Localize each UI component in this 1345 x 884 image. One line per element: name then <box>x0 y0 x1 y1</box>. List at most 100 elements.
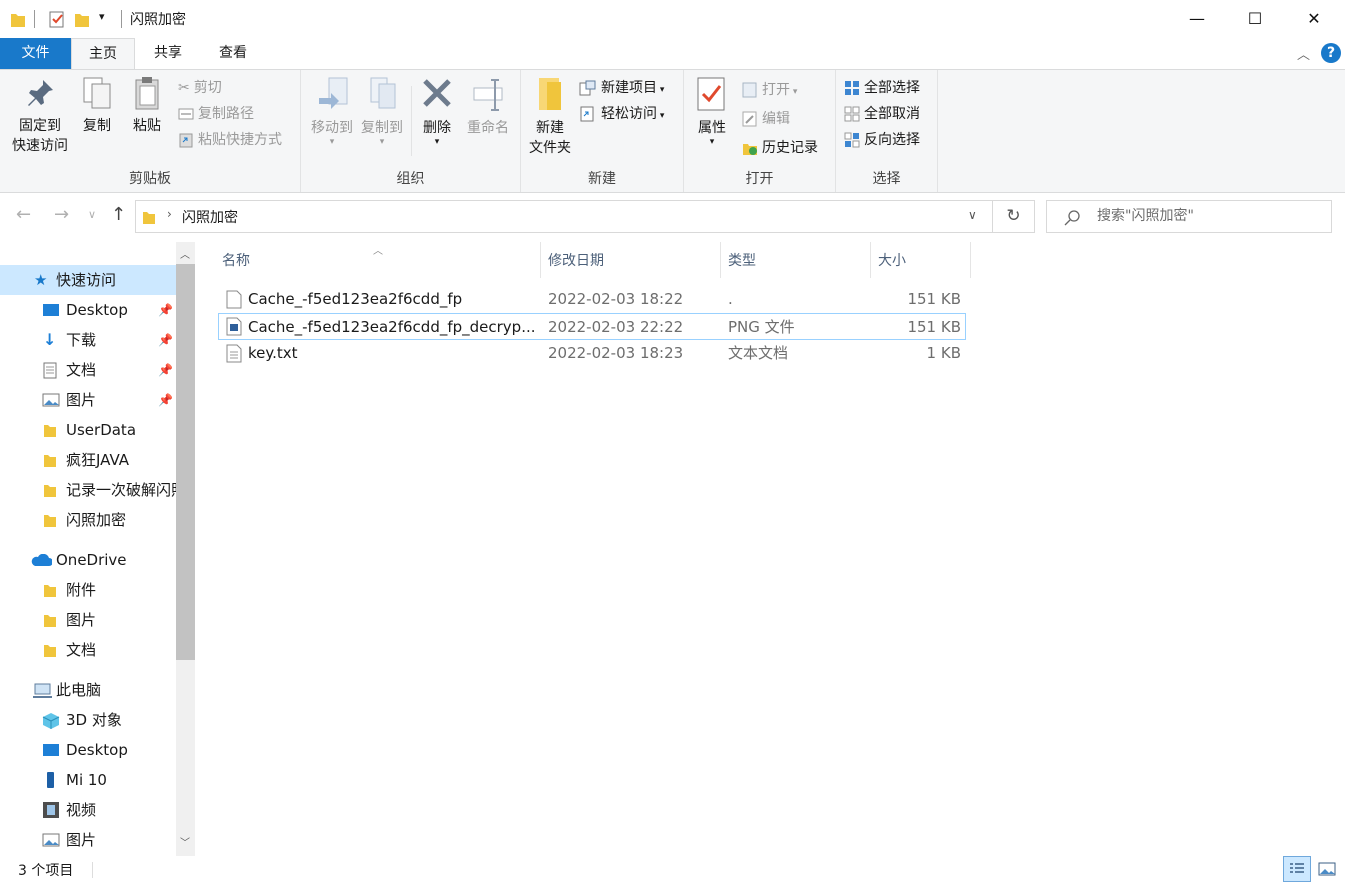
nav-label: 附件 <box>66 581 97 599</box>
minimize-button[interactable]: — <box>1168 0 1226 38</box>
table-row[interactable]: Cache_-f5ed123ea2f6cdd_fp_decryp... 2022… <box>218 313 966 340</box>
organize-group-label: 组织 <box>396 171 425 187</box>
forward-arrow-icon[interactable]: → <box>54 204 69 225</box>
tab-view[interactable]: 查看 <box>203 38 263 69</box>
cut-button[interactable]: ✂ 剪切 <box>178 76 222 100</box>
column-header-name[interactable]: 名称 <box>214 242 540 278</box>
back-arrow-icon[interactable]: ← <box>16 204 31 225</box>
nav-pc-mi10[interactable]: Mi 10 <box>0 765 176 795</box>
tab-file[interactable]: 文件 <box>0 38 71 69</box>
nav-pc-desktop[interactable]: Desktop <box>0 735 176 765</box>
easy-access-button[interactable]: 轻松访问 ▾ <box>579 102 664 126</box>
nav-this-pc[interactable]: 此电脑 <box>0 675 176 705</box>
status-bar: 3 个项目 <box>0 856 1345 884</box>
separator <box>34 10 35 28</box>
select-none-icon <box>844 106 860 122</box>
properties-button[interactable]: 属性 ▾ <box>690 76 734 147</box>
folder-icon <box>11 14 25 27</box>
nav-onedrive-pictures[interactable]: 图片 <box>0 605 176 635</box>
history-button[interactable]: 历史记录 <box>742 136 818 160</box>
refresh-button[interactable]: ↻ <box>993 200 1035 233</box>
breadcrumb-chevron-icon[interactable]: › <box>167 207 172 221</box>
paste-icon <box>135 77 159 110</box>
window-title: 闪照加密 <box>130 12 186 28</box>
column-header-size[interactable]: 大小 <box>870 242 970 278</box>
nav-quick-access[interactable]: ★ 快速访问 <box>0 265 176 295</box>
table-row[interactable]: key.txt 2022-02-03 18:23 文本文档 1 KB <box>218 340 966 367</box>
nav-item-pictures[interactable]: 图片 📌 <box>0 385 176 415</box>
open-label: 打开 <box>762 82 790 98</box>
nav-item-documents[interactable]: 文档 📌 <box>0 355 176 385</box>
customize-quick-access-icon[interactable]: ▾ <box>99 10 105 23</box>
select-group: 全部选择 全部取消 反向选择 选择 <box>836 70 938 192</box>
large-icons-view-button[interactable] <box>1314 856 1340 882</box>
close-button[interactable]: ✕ <box>1285 0 1343 38</box>
address-bar[interactable]: › 闪照加密 ∨ <box>135 200 993 233</box>
separator <box>411 86 412 156</box>
nav-item-userdata[interactable]: UserData <box>0 415 176 445</box>
nav-item-desktop[interactable]: Desktop 📌 <box>0 295 176 325</box>
select-all-button[interactable]: 全部选择 <box>844 76 920 100</box>
nav-onedrive-documents[interactable]: 文档 <box>0 635 176 665</box>
nav-label: 文档 <box>66 361 97 379</box>
scroll-down-icon[interactable]: ﹀ <box>180 834 190 849</box>
copy-to-button[interactable]: 复制到 ▾ <box>355 76 409 147</box>
address-history-chevron-icon[interactable]: ∨ <box>968 208 977 222</box>
nav-scrollbar[interactable]: ︿ ﹀ <box>176 242 195 856</box>
pin-label-line2: 快速访问 <box>12 138 68 154</box>
new-folder-quick-icon[interactable] <box>74 9 90 29</box>
new-item-button[interactable]: 新建项目 ▾ <box>579 76 664 100</box>
nav-label: Desktop <box>66 301 128 319</box>
search-icon <box>1064 210 1080 226</box>
ribbon: 固定到 快速访问 复制 粘贴 ✂ 剪切 复制路径 粘贴快捷方式 剪贴板 移动到 ▾ <box>0 69 1345 193</box>
copy-path-button[interactable]: 复制路径 <box>178 102 254 126</box>
delete-button[interactable]: 删除 ▾ <box>415 76 459 147</box>
copy-path-label: 复制路径 <box>198 106 254 122</box>
nav-scroll-thumb[interactable] <box>176 264 195 660</box>
large-icons-view-icon <box>1318 862 1336 876</box>
move-to-button[interactable]: 移动到 ▾ <box>305 76 359 147</box>
select-none-button[interactable]: 全部取消 <box>844 102 920 126</box>
maximize-button[interactable]: ☐ <box>1226 0 1284 38</box>
nav-item-crack-record[interactable]: 记录一次破解闪照 <box>0 475 176 505</box>
tab-share[interactable]: 共享 <box>138 38 198 69</box>
open-button[interactable]: 打开 ▾ <box>742 78 797 102</box>
recent-locations-chevron-icon[interactable]: ∨ <box>88 208 96 221</box>
nav-pc-pictures[interactable]: 图片 <box>0 825 176 855</box>
pictures-icon <box>42 833 60 847</box>
search-input[interactable]: 搜索"闪照加密" <box>1046 200 1332 233</box>
open-group-label: 打开 <box>745 171 774 187</box>
nav-pc-3d-objects[interactable]: 3D 对象 <box>0 705 176 735</box>
column-divider[interactable] <box>970 242 971 278</box>
help-icon[interactable]: ? <box>1321 43 1341 63</box>
nav-item-flash-encrypt[interactable]: 闪照加密 <box>0 505 176 535</box>
separator <box>121 10 122 28</box>
column-header-type[interactable]: 类型 <box>720 242 870 278</box>
copy-button[interactable]: 复制 <box>76 76 118 136</box>
tab-home[interactable]: 主页 <box>71 38 135 70</box>
pin-to-quick-access-button[interactable]: 固定到 快速访问 <box>6 76 74 156</box>
collapse-ribbon-icon[interactable]: ︿ <box>1297 44 1310 63</box>
paste-shortcut-button[interactable]: 粘贴快捷方式 <box>178 128 282 152</box>
new-item-icon <box>579 80 596 96</box>
properties-quick-icon[interactable] <box>48 9 66 29</box>
png-image-file-icon <box>226 317 242 336</box>
breadcrumb-current[interactable]: 闪照加密 <box>182 207 238 227</box>
nav-item-downloads[interactable]: ↓ 下载 📌 <box>0 325 176 355</box>
paste-button[interactable]: 粘贴 <box>124 76 170 136</box>
details-view-button[interactable] <box>1283 856 1311 882</box>
edit-button[interactable]: 编辑 <box>742 107 790 131</box>
rename-button[interactable]: 重命名 <box>461 76 515 138</box>
nav-onedrive[interactable]: OneDrive <box>0 545 176 575</box>
blank-file-icon <box>226 290 242 309</box>
column-header-date[interactable]: 修改日期 <box>540 242 720 278</box>
nav-pc-videos[interactable]: 视频 <box>0 795 176 825</box>
invert-selection-button[interactable]: 反向选择 <box>844 128 920 152</box>
up-arrow-icon[interactable]: ↑ <box>111 204 126 225</box>
file-list: ︿ 名称 修改日期 类型 大小 Cache_-f5ed123ea2f6cdd_f… <box>196 242 1345 856</box>
nav-item-crazy-java[interactable]: 疯狂JAVA <box>0 445 176 475</box>
new-folder-button[interactable]: 新建 文件夹 <box>525 76 575 158</box>
table-row[interactable]: Cache_-f5ed123ea2f6cdd_fp 2022-02-03 18:… <box>218 286 966 313</box>
nav-onedrive-attachments[interactable]: 附件 <box>0 575 176 605</box>
scroll-up-icon[interactable]: ︿ <box>180 246 190 261</box>
